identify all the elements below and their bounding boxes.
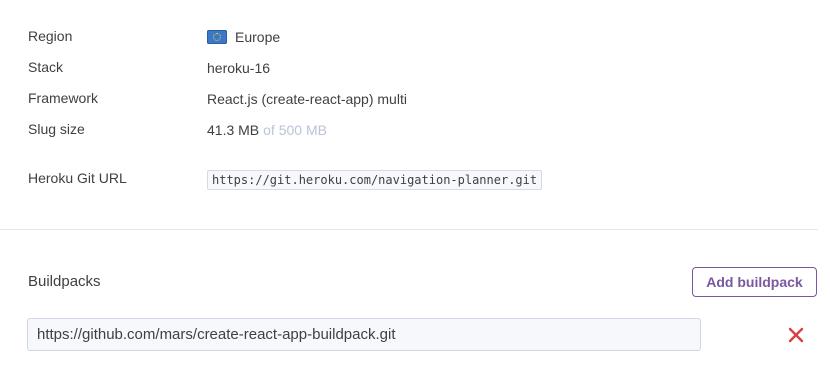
add-buildpack-button[interactable]: Add buildpack: [692, 267, 817, 297]
git-url-code[interactable]: https://git.heroku.com/navigation-planne…: [207, 170, 543, 190]
app-settings-panel: Region Europe Stack heroku-16 Framework …: [0, 0, 830, 375]
section-divider: [0, 229, 818, 230]
stack-label: Stack: [28, 59, 64, 75]
remove-buildpack-icon[interactable]: [787, 326, 805, 344]
slug-size-label: Slug size: [28, 121, 85, 137]
git-url-value: https://git.heroku.com/navigation-planne…: [207, 170, 543, 190]
framework-label: Framework: [28, 90, 99, 106]
slug-size-value: 41.3 MB of 500 MB: [207, 120, 327, 140]
slug-size-amount: 41.3 MB: [207, 122, 260, 138]
buildpack-url-field[interactable]: https://github.com/mars/create-react-app…: [27, 318, 701, 351]
buildpacks-title: Buildpacks: [28, 273, 101, 290]
region-value: Europe: [207, 27, 280, 47]
region-text: Europe: [235, 29, 281, 45]
framework-value: React.js (create-react-app) multi: [207, 91, 407, 107]
stack-value: heroku-16: [207, 60, 271, 76]
region-label: Region: [28, 28, 73, 44]
git-url-label: Heroku Git URL: [28, 170, 127, 186]
slug-size-limit: of 500 MB: [263, 122, 327, 138]
eu-flag-icon: [207, 30, 227, 44]
buildpack-url-text: https://github.com/mars/create-react-app…: [37, 326, 396, 343]
